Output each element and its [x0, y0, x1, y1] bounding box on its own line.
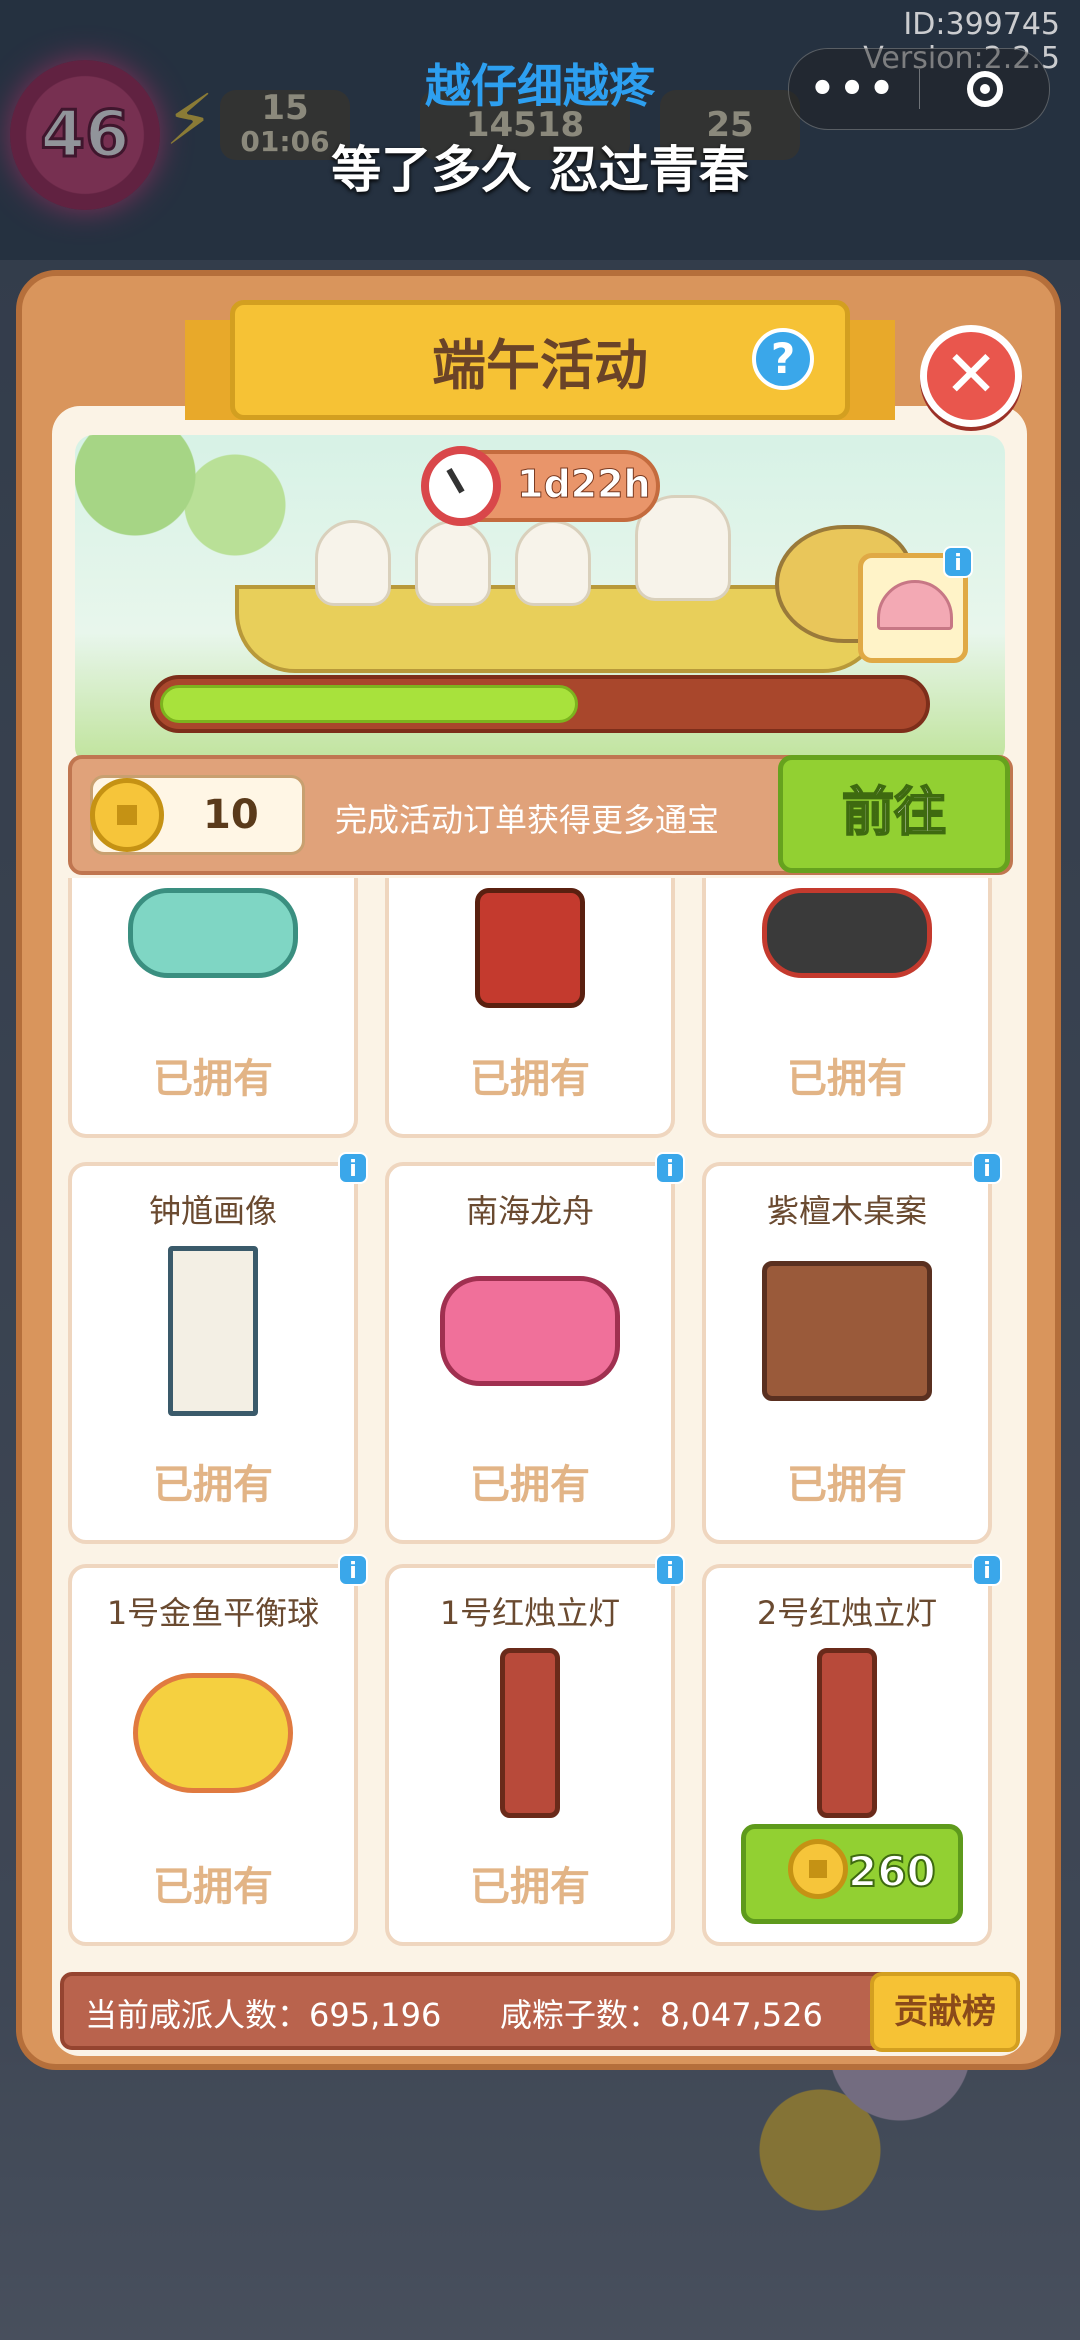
item-card[interactable]: 1号红烛立灯 i 已拥有	[385, 1554, 685, 1946]
item-card[interactable]: 1号金鱼平衡球 i 已拥有	[68, 1554, 368, 1946]
owned-label: 已拥有	[153, 1462, 273, 1508]
item-card[interactable]: 已拥有	[68, 878, 358, 1138]
item-card[interactable]: 南海龙舟 i 已拥有	[385, 1152, 685, 1544]
item-name: 紫檀木桌案	[766, 1192, 927, 1230]
item-name: 钟馗画像	[148, 1192, 277, 1230]
timer-text: 1d22h	[517, 462, 652, 507]
buy-button[interactable]: 260	[741, 1824, 963, 1924]
event-progress-bar	[150, 675, 930, 733]
owned-label: 已拥有	[470, 1864, 590, 1910]
clock-icon	[421, 446, 501, 526]
item-name: 2号红烛立灯	[756, 1594, 938, 1632]
rosewood-desk-icon	[762, 1261, 932, 1401]
price-value: 260	[847, 1846, 937, 1897]
black-dragon-boat-icon	[762, 888, 932, 978]
item-name: 1号红烛立灯	[439, 1594, 621, 1632]
red-candle-lamp-icon	[500, 1648, 560, 1818]
zongzi-count: 咸粽子数：8,047,526	[500, 1996, 823, 2034]
help-button[interactable]: ?	[752, 328, 814, 390]
zongzi-rower	[415, 520, 491, 606]
info-icon[interactable]: i	[943, 546, 973, 578]
red-candle-lamp-icon	[817, 1648, 877, 1818]
event-title: 端午活动	[432, 333, 648, 397]
goto-button[interactable]: 前往	[778, 755, 1010, 873]
target-icon	[966, 71, 1003, 107]
item-card[interactable]: 紫檀木桌案 i 已拥有	[702, 1152, 1002, 1544]
more-menu-icon[interactable]: •••	[789, 66, 919, 112]
participants-count: 当前咸派人数：695,196	[85, 1996, 442, 2034]
id-text: ID:399745	[903, 7, 1060, 42]
miniprogram-capsule: •••	[788, 48, 1050, 130]
owned-label: 已拥有	[470, 1056, 590, 1102]
tongbao-coin-icon	[788, 1839, 848, 1899]
item-name: 南海龙舟	[465, 1192, 594, 1230]
item-card[interactable]: 钟馗画像 i 已拥有	[68, 1152, 368, 1544]
goldfish-balance-ball-icon	[133, 1673, 293, 1793]
info-icon[interactable]: i	[972, 1554, 1002, 1586]
south-sea-dragon-boat-icon	[440, 1276, 620, 1386]
leaves-decoration	[75, 435, 295, 585]
tongbao-coin-icon	[90, 778, 164, 852]
info-icon[interactable]: i	[655, 1152, 685, 1184]
owned-label: 已拥有	[153, 1056, 273, 1102]
item-card[interactable]: 2号红烛立灯 i 260	[702, 1554, 1002, 1946]
item-name: 1号金鱼平衡球	[106, 1594, 320, 1632]
owned-label: 已拥有	[153, 1864, 273, 1910]
close-button[interactable]: ✕	[920, 325, 1022, 427]
info-icon[interactable]: i	[338, 1554, 368, 1586]
close-miniprogram-button[interactable]	[920, 71, 1049, 107]
progress-fill	[160, 685, 578, 723]
owned-label: 已拥有	[470, 1462, 590, 1508]
item-card[interactable]: 已拥有	[702, 878, 992, 1138]
event-timer: 1d22h	[421, 446, 660, 526]
zhong-kui-portrait-icon	[168, 1246, 258, 1416]
contribution-ranking-button[interactable]: 贡献榜	[870, 1972, 1020, 2052]
item-card[interactable]: 已拥有	[385, 878, 675, 1138]
info-icon[interactable]: i	[972, 1152, 1002, 1184]
owned-label: 已拥有	[787, 1462, 907, 1508]
tongbao-hint: 完成活动订单获得更多通宝	[335, 801, 720, 839]
milestone-reward-card[interactable]: i	[858, 546, 973, 663]
zongzi-rower	[315, 520, 391, 606]
zhong-kui-statue-icon	[475, 888, 585, 1008]
tongbao-value: 10	[203, 792, 259, 838]
info-icon[interactable]: i	[655, 1554, 685, 1586]
owned-label: 已拥有	[787, 1056, 907, 1102]
zongzi-rower	[515, 520, 591, 606]
info-icon[interactable]: i	[338, 1152, 368, 1184]
miniprogram-subtitle: 等了多久 忍过青春	[331, 141, 749, 199]
jade-dragon-boat-icon	[128, 888, 298, 978]
bridge-icon	[877, 580, 953, 630]
